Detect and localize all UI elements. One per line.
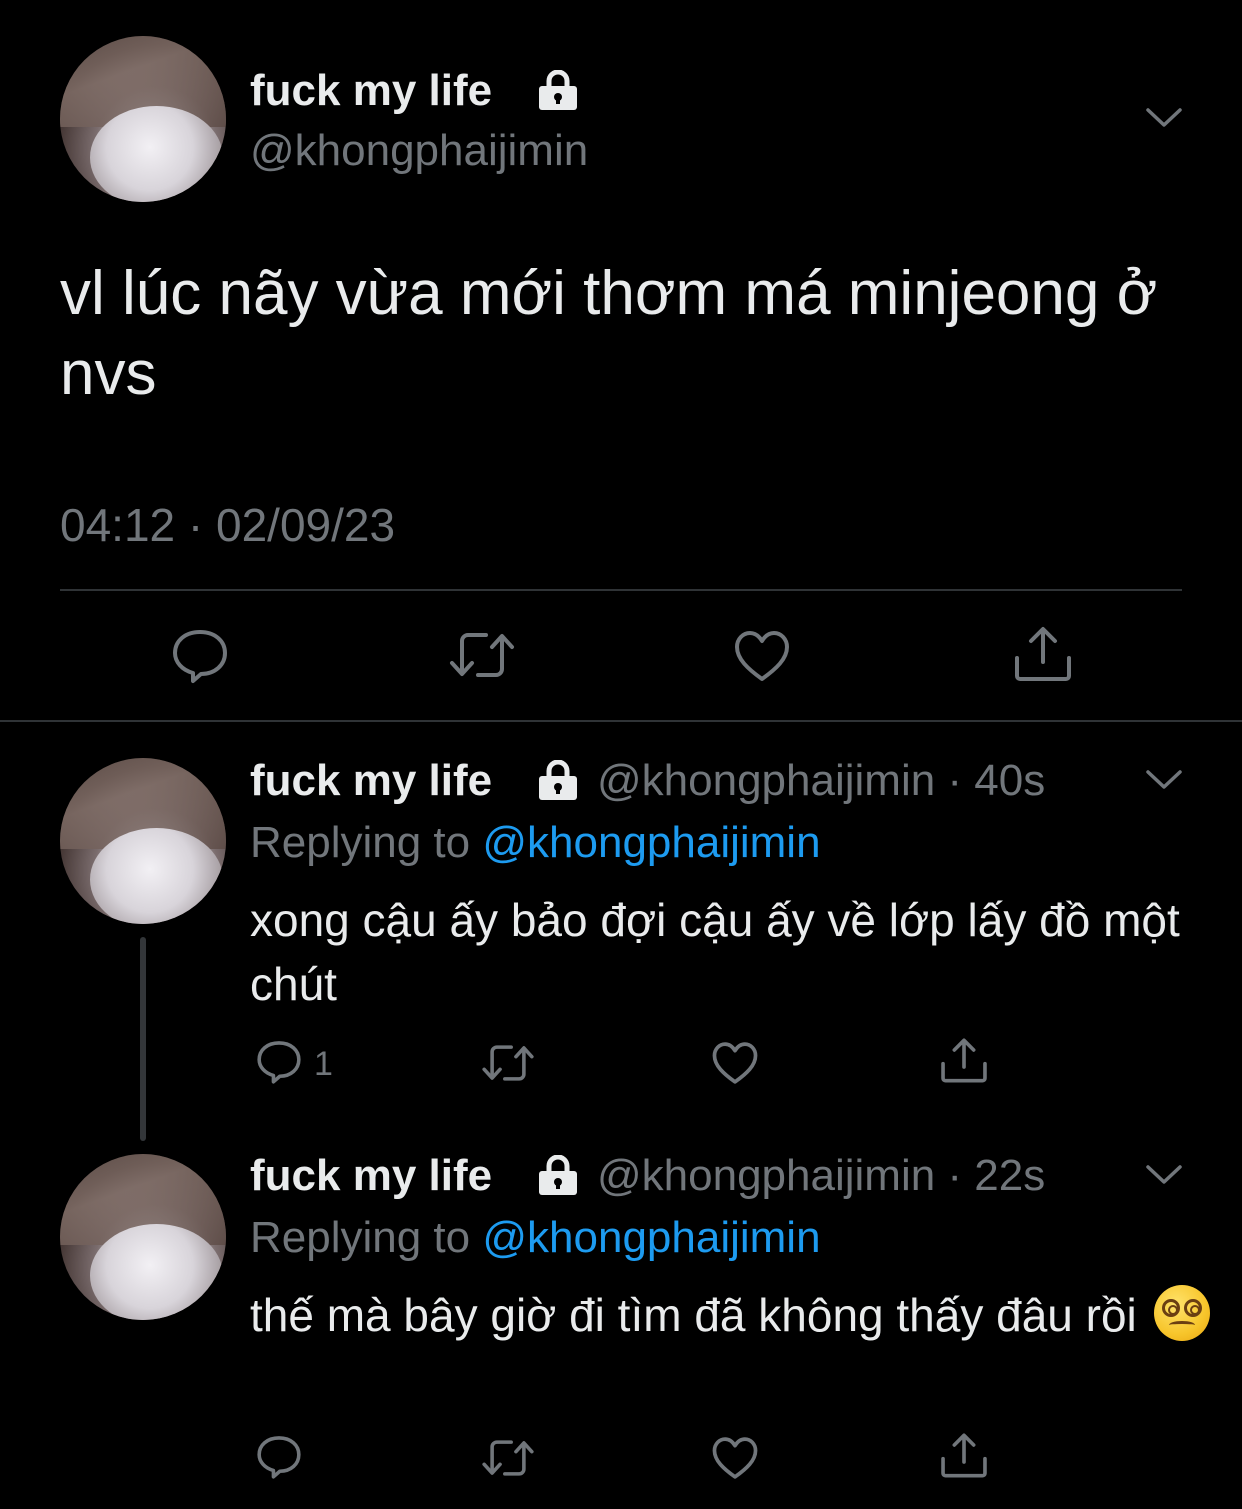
tweet-text-container: thế mà bây giờ đi tìm đã không thấy đâu …	[250, 1283, 1210, 1347]
replying-to: Replying to @khongphaijimin	[250, 818, 821, 868]
retweet-button[interactable]	[448, 629, 516, 681]
avatar[interactable]	[60, 758, 226, 924]
like-button[interactable]	[710, 1040, 760, 1086]
heart-icon	[735, 631, 789, 681]
user-handle[interactable]: @khongphaijimin · 40s	[597, 756, 1045, 806]
divider	[60, 589, 1182, 591]
face-with-spiral-eyes-emoji	[1153, 1285, 1210, 1341]
lock-icon	[539, 760, 577, 800]
avatar-photo-detail	[89, 105, 223, 202]
reply-icon	[173, 630, 227, 683]
avatar[interactable]	[60, 36, 226, 202]
like-button[interactable]	[732, 628, 792, 684]
tweet-text: xong cậu ấy bảo đợi cậu ấy về lớp lấy đồ…	[250, 894, 1180, 1010]
avatar[interactable]	[60, 1154, 226, 1320]
chevron-down-icon[interactable]	[1144, 768, 1184, 792]
replying-prefix: Replying to	[250, 818, 483, 867]
share-button[interactable]	[939, 1036, 989, 1085]
reply-button[interactable]	[255, 1434, 303, 1480]
reply-button[interactable]	[255, 1039, 303, 1085]
reply-icon	[257, 1436, 301, 1479]
lock-icon	[539, 70, 577, 110]
heart-icon	[712, 1437, 758, 1479]
share-icon	[941, 1433, 987, 1478]
share-button[interactable]	[939, 1431, 989, 1480]
avatar-photo-detail	[89, 827, 223, 924]
reply-button[interactable]	[170, 627, 230, 685]
reply-icon	[257, 1041, 301, 1084]
retweet-icon	[482, 1045, 534, 1081]
divider	[0, 720, 1242, 722]
user-handle[interactable]: @khongphaijimin	[250, 126, 588, 176]
tweet-text: thế mà bây giờ đi tìm đã không thấy đâu …	[250, 1289, 1137, 1341]
tweet-text: vl lúc nãy vừa mới thơm má minjeong ở nv…	[60, 259, 1158, 408]
display-name[interactable]: fuck my life	[250, 756, 492, 806]
display-name[interactable]: fuck my life	[250, 66, 492, 116]
heart-icon	[712, 1042, 758, 1084]
chevron-down-icon[interactable]	[1144, 106, 1184, 130]
mention-link[interactable]: @khongphaijimin	[482, 818, 820, 867]
share-icon	[941, 1038, 987, 1083]
retweet-icon	[482, 1440, 534, 1476]
reply-count: 1	[314, 1045, 333, 1083]
lock-icon	[539, 1155, 577, 1195]
replying-prefix: Replying to	[250, 1213, 483, 1262]
avatar-photo-detail	[89, 1223, 223, 1320]
retweet-icon	[450, 633, 514, 677]
replying-to: Replying to @khongphaijimin	[250, 1213, 821, 1263]
retweet-button[interactable]	[481, 1437, 535, 1479]
thread-line	[140, 937, 146, 1141]
display-name[interactable]: fuck my life	[250, 1151, 492, 1201]
tweet-timestamp[interactable]: 04:12 · 02/09/23	[60, 498, 395, 552]
like-button[interactable]	[710, 1435, 760, 1481]
user-handle[interactable]: @khongphaijimin · 22s	[597, 1151, 1045, 1201]
retweet-button[interactable]	[481, 1042, 535, 1084]
chevron-down-icon[interactable]	[1144, 1163, 1184, 1187]
share-button[interactable]	[1012, 624, 1074, 684]
mention-link[interactable]: @khongphaijimin	[482, 1213, 820, 1262]
share-icon	[1015, 627, 1071, 681]
